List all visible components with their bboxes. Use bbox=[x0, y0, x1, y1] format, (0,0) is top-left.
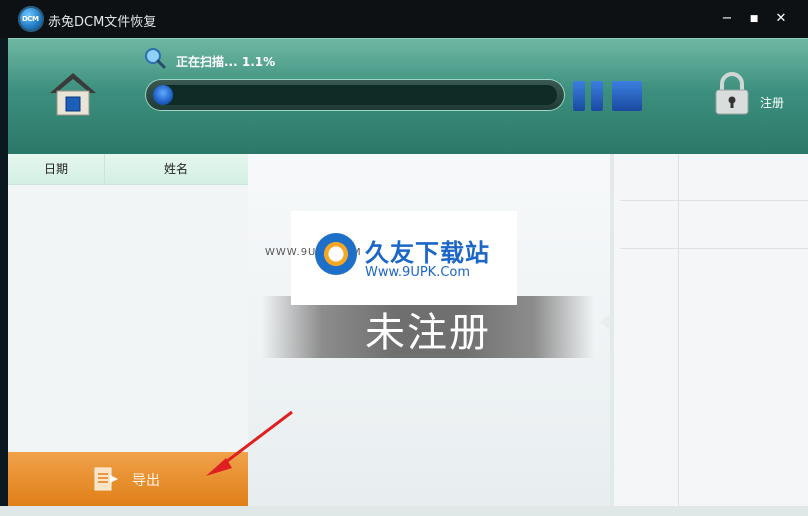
scan-progress-bar bbox=[145, 79, 565, 111]
maximize-button[interactable]: ■ bbox=[745, 10, 763, 28]
column-header-name[interactable]: 姓名 bbox=[104, 154, 248, 184]
preview-panel: 未注册 bbox=[248, 154, 610, 506]
home-icon bbox=[50, 73, 96, 116]
table-header: 日期 姓名 bbox=[8, 154, 248, 185]
grid-line bbox=[678, 154, 679, 506]
watermark-overlay: WWW.9UPK.COM 久友下载站 Www.9UPK.Com bbox=[265, 211, 517, 305]
progress-fill bbox=[153, 85, 173, 105]
grid-line bbox=[620, 248, 808, 249]
title-bar: DCM 赤兔DCM文件恢复 − ■ ✕ bbox=[0, 0, 808, 38]
stop-button[interactable] bbox=[612, 81, 642, 111]
register-button[interactable] bbox=[712, 71, 752, 115]
unregistered-text: 未注册 bbox=[365, 310, 491, 356]
app-logo-icon: DCM bbox=[18, 6, 44, 32]
minimize-button[interactable]: − bbox=[718, 10, 736, 28]
export-icon bbox=[94, 467, 118, 491]
pause-button[interactable] bbox=[573, 81, 605, 111]
app-window: DCM 赤兔DCM文件恢复 − ■ ✕ 正在扫描... 1.1% 注册 日期 姓… bbox=[0, 0, 808, 516]
watermark-logo-icon bbox=[315, 233, 357, 275]
status-strip bbox=[0, 506, 808, 516]
magnifier-icon bbox=[145, 48, 166, 69]
detail-panel bbox=[610, 154, 808, 506]
scan-status-text: 正在扫描... 1.1% bbox=[176, 55, 276, 69]
watermark-title: 久友下载站 bbox=[365, 239, 490, 267]
register-label[interactable]: 注册 bbox=[760, 94, 784, 111]
column-header-date[interactable]: 日期 bbox=[8, 154, 105, 184]
annotation-arrow bbox=[206, 410, 293, 476]
watermark-url: Www.9UPK.Com bbox=[365, 265, 471, 280]
panel-notch bbox=[600, 314, 610, 330]
unregistered-banner: 未注册 bbox=[262, 296, 594, 358]
close-button[interactable]: ✕ bbox=[772, 10, 790, 28]
grid-line bbox=[620, 200, 808, 201]
pause-icon bbox=[573, 81, 585, 111]
progress-track bbox=[153, 85, 557, 105]
lock-icon bbox=[715, 72, 749, 115]
home-button[interactable] bbox=[48, 69, 98, 119]
pause-icon bbox=[591, 81, 603, 111]
export-label: 导出 bbox=[132, 473, 160, 489]
window-title: 赤兔DCM文件恢复 bbox=[48, 15, 157, 30]
header-toolbar: 正在扫描... 1.1% 注册 bbox=[8, 38, 808, 155]
